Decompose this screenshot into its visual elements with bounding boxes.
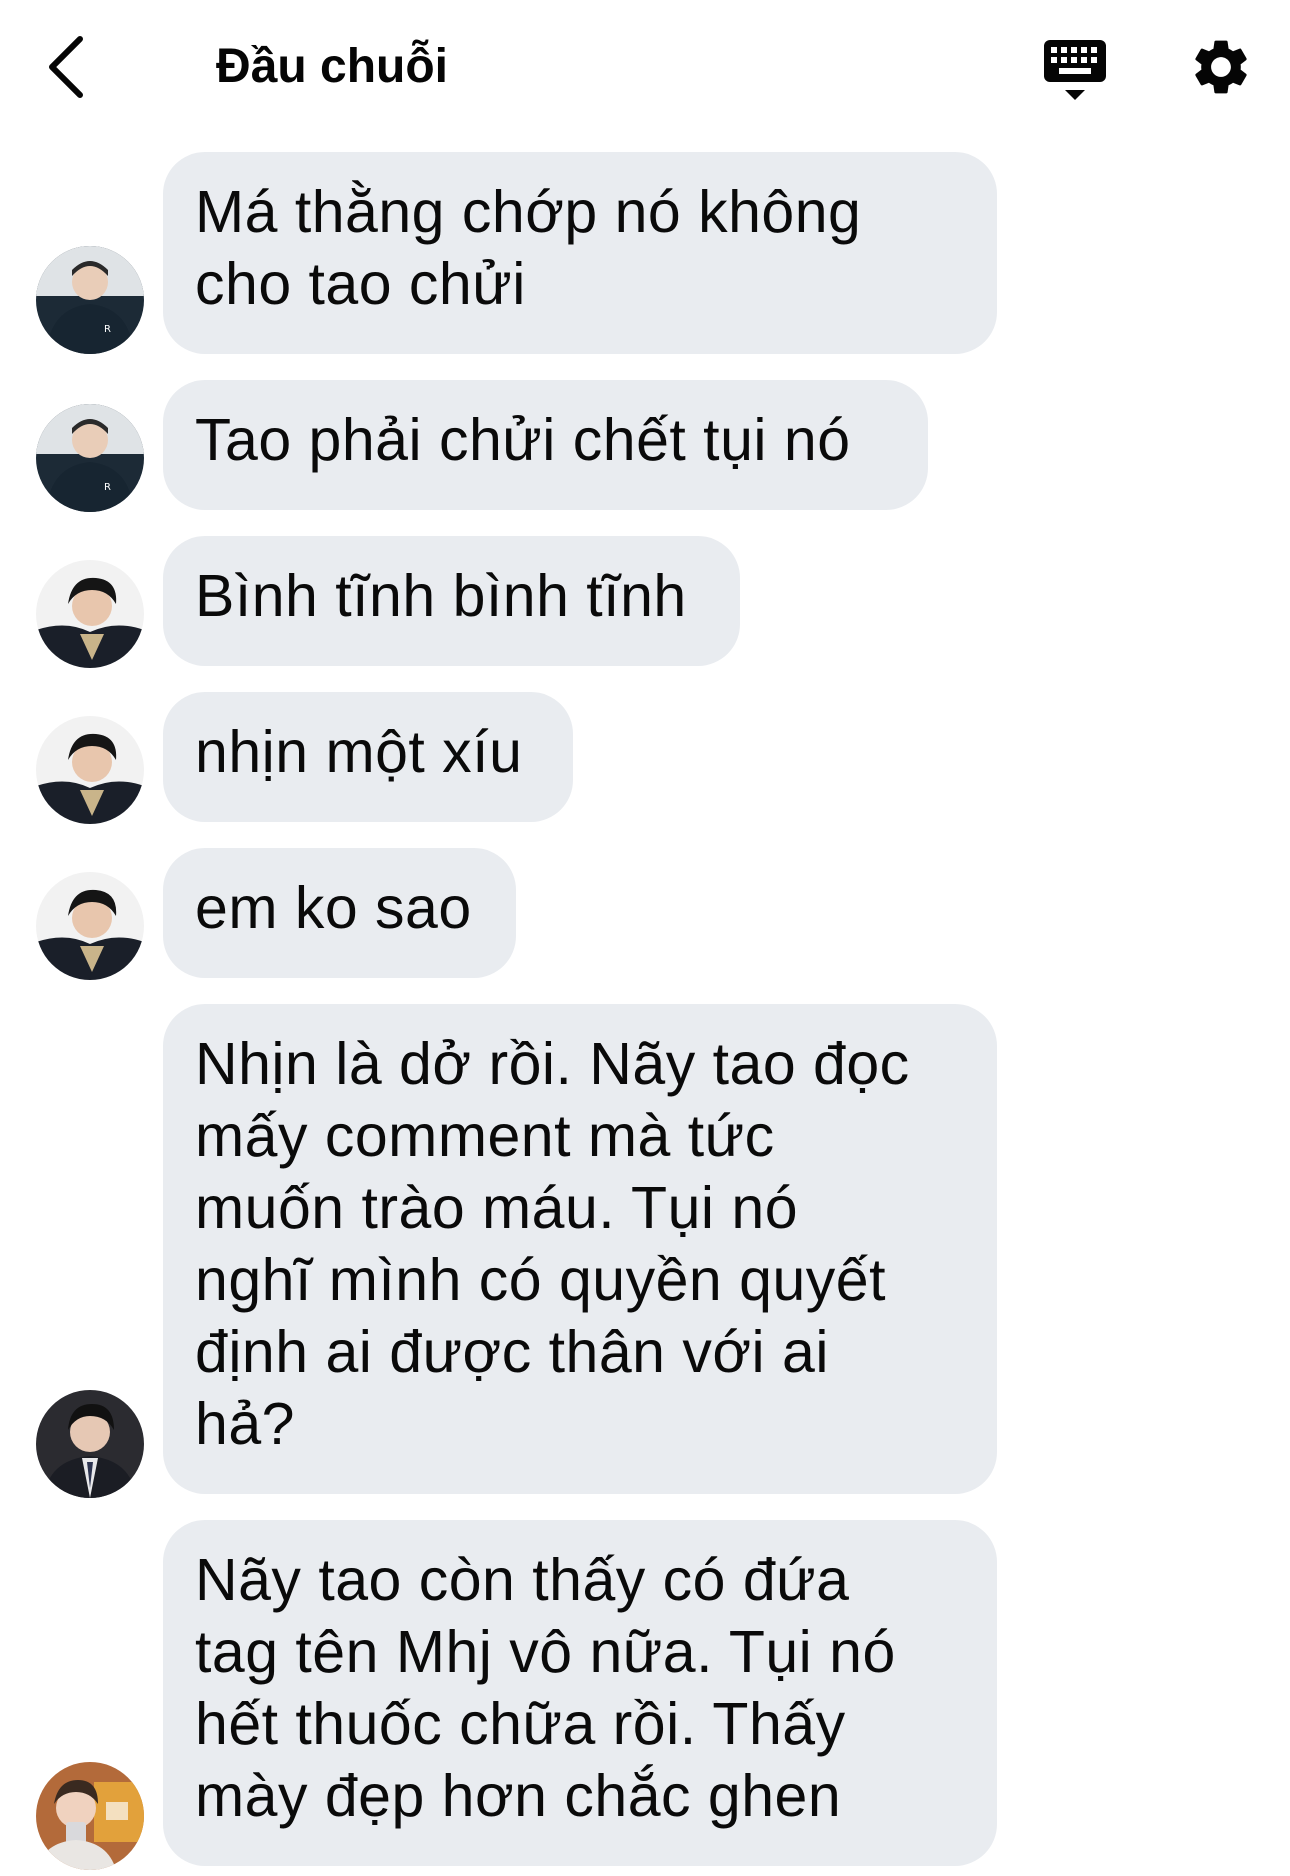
message-thread: R Má thằng chớp nó không cho tao chửi R … [0,0,1290,1876]
message-bubble[interactable]: nhịn một xíu [163,692,573,822]
message-bubble[interactable]: Má thằng chớp nó không cho tao chửi [163,152,997,354]
avatar[interactable]: R [36,246,144,354]
message-bubble[interactable]: Tao phải chửi chết tụi nó [163,380,928,510]
avatar[interactable] [36,716,144,824]
avatar[interactable] [36,560,144,668]
svg-text:R: R [104,324,111,335]
avatar[interactable] [36,1762,144,1870]
avatar[interactable] [36,872,144,980]
avatar[interactable]: R [36,404,144,512]
message-bubble[interactable]: Bình tĩnh bình tĩnh [163,536,740,666]
message-bubble[interactable]: Nhịn là dở rồi. Nãy tao đọc mấy comment … [163,1004,997,1494]
svg-text:R: R [104,482,111,493]
avatar[interactable] [36,1390,144,1498]
message-bubble[interactable]: em ko sao [163,848,516,978]
message-bubble[interactable]: Nãy tao còn thấy có đứa tag tên Mhj vô n… [163,1520,997,1866]
